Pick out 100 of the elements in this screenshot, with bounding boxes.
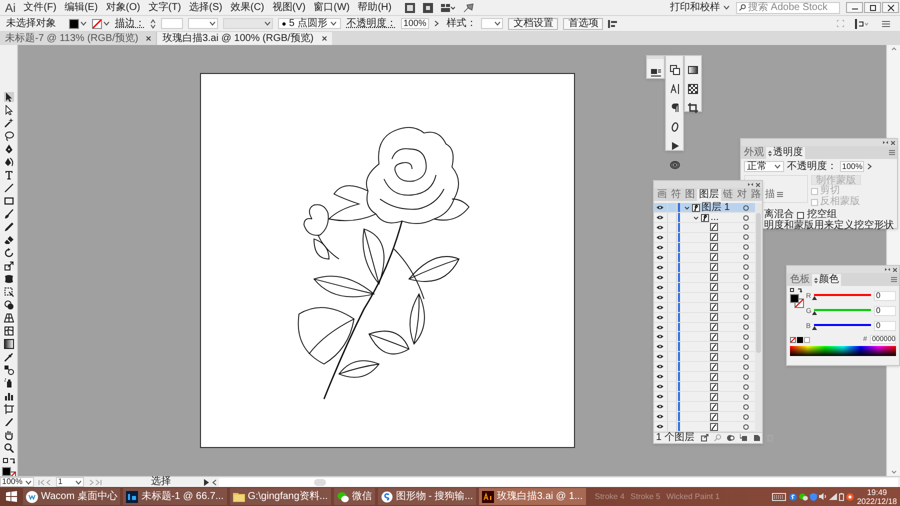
app-tray-icon[interactable] xyxy=(846,492,854,500)
target-circle-icon[interactable] xyxy=(743,244,749,250)
layer-row[interactable] xyxy=(654,422,755,432)
pilcrow-icon[interactable] xyxy=(670,103,680,113)
color-spectrum[interactable] xyxy=(790,346,896,356)
artboard-icon[interactable] xyxy=(4,404,14,414)
color-slider[interactable] xyxy=(814,322,871,330)
layer-row[interactable] xyxy=(654,242,755,253)
menu-item[interactable]: 视图(V) xyxy=(269,2,309,12)
panel-menu-icon[interactable] xyxy=(891,277,897,282)
stroke-weight-field[interactable] xyxy=(161,18,183,29)
close-button[interactable] xyxy=(882,2,899,13)
swap-fill-stroke-icon[interactable] xyxy=(790,288,804,293)
windows-logo-icon[interactable] xyxy=(6,491,17,502)
layer-row[interactable] xyxy=(654,272,755,283)
channel-value-field[interactable]: 0 xyxy=(874,321,896,331)
collapse-icon[interactable] xyxy=(885,268,890,271)
crop-frame-icon[interactable] xyxy=(688,103,698,113)
close-icon[interactable] xyxy=(891,140,895,144)
layer-row[interactable] xyxy=(654,322,755,332)
menu-item[interactable]: 编辑(E) xyxy=(61,2,101,12)
eye-icon[interactable] xyxy=(656,274,664,280)
panel-menu-icon[interactable] xyxy=(882,20,890,26)
panel-tab[interactable]: 链 xyxy=(721,189,735,201)
target-circle-icon[interactable] xyxy=(743,394,749,400)
target-circle-icon[interactable] xyxy=(743,224,749,230)
close-icon[interactable] xyxy=(146,36,152,41)
wand-icon[interactable] xyxy=(4,118,14,128)
slider-thumb-icon[interactable] xyxy=(812,296,817,300)
eye-icon[interactable] xyxy=(656,254,664,260)
target-circle-icon[interactable] xyxy=(743,324,749,330)
stroke-color-control[interactable] xyxy=(92,18,110,28)
warp-icon[interactable] xyxy=(4,274,14,284)
document-tab[interactable]: 玫瑰白描3.ai @ 100% (RGB/预览) xyxy=(157,32,332,45)
eye-icon[interactable] xyxy=(656,224,664,230)
target-circle-icon[interactable] xyxy=(743,344,749,350)
target-circle-icon[interactable] xyxy=(743,284,749,290)
menu-item[interactable]: 选择(S) xyxy=(186,2,226,12)
eye-icon[interactable] xyxy=(656,374,664,380)
eye-icon[interactable] xyxy=(656,205,664,210)
target-circle-icon[interactable] xyxy=(743,314,749,320)
panel-tab[interactable]: 图层 xyxy=(697,189,721,201)
stroke-weight-dropdown[interactable] xyxy=(188,18,218,29)
play-icon[interactable] xyxy=(204,478,209,486)
hollow-arrow-icon[interactable] xyxy=(4,105,14,115)
target-circle-icon[interactable] xyxy=(743,424,749,430)
channel-value-field[interactable]: 0 xyxy=(874,291,896,301)
hand-icon[interactable] xyxy=(4,430,14,440)
layer-row[interactable] xyxy=(654,332,755,342)
target-circle-icon[interactable] xyxy=(743,334,749,340)
panel-tab[interactable]: 符 xyxy=(669,189,683,201)
none-color-icon[interactable] xyxy=(790,336,796,342)
scroll-thumb[interactable] xyxy=(756,213,761,353)
eye-icon[interactable] xyxy=(656,394,664,400)
brush-dropdown[interactable]: 5 点圆形 xyxy=(278,18,342,29)
taskbar-button[interactable]: G:\gingfang资料... xyxy=(230,488,331,505)
zoom-dropdown[interactable]: 100% xyxy=(0,477,34,487)
stepper-icon[interactable] xyxy=(150,18,156,28)
target-circle-icon[interactable] xyxy=(743,204,749,210)
panel-tab[interactable]: 外观 xyxy=(742,147,766,159)
layers-scrollbar[interactable] xyxy=(755,203,762,432)
perspective-grid-icon[interactable] xyxy=(4,313,14,323)
type-icon[interactable] xyxy=(4,170,14,180)
collapse-icon[interactable] xyxy=(883,141,888,144)
menu-item[interactable]: 文件(F) xyxy=(20,2,60,12)
close-icon[interactable] xyxy=(756,182,760,186)
shape-builder-icon[interactable] xyxy=(4,300,14,310)
eye-icon[interactable] xyxy=(656,414,664,420)
layer-row[interactable] xyxy=(654,312,755,323)
toolbar-button[interactable]: 文档设置 xyxy=(508,18,558,30)
workspace-switcher[interactable]: 打印和校样 xyxy=(670,2,730,12)
export-icon[interactable] xyxy=(701,434,710,442)
horizontal-scrollbar[interactable] xyxy=(219,478,898,486)
eye-icon[interactable] xyxy=(656,424,664,430)
toolbar-button[interactable]: 首选项 xyxy=(563,18,604,30)
taskbar-button[interactable]: 图形物 - 搜狗输... xyxy=(378,488,476,505)
layer-row[interactable] xyxy=(654,402,755,412)
sogou-icon[interactable] xyxy=(788,492,797,500)
eye-icon[interactable] xyxy=(656,314,664,320)
slider-thumb-icon[interactable] xyxy=(812,326,817,330)
panel-tab[interactable]: 画 xyxy=(655,189,669,201)
italic-o-icon[interactable] xyxy=(670,122,680,132)
eyedropper-icon[interactable] xyxy=(4,352,14,362)
scale-icon[interactable] xyxy=(4,261,14,271)
new-sublayer-icon[interactable] xyxy=(740,434,748,442)
pencil-icon[interactable] xyxy=(4,222,14,232)
panel-tab[interactable]: 透明度 xyxy=(766,147,805,159)
target-circle-icon[interactable] xyxy=(743,254,749,260)
menu-item[interactable]: 对象(O) xyxy=(102,2,144,12)
scroll-thumb[interactable] xyxy=(314,478,326,486)
fill-stroke-swatches-icon[interactable] xyxy=(790,294,804,308)
network-icon[interactable] xyxy=(828,493,837,500)
panel-tab[interactable]: 描 xyxy=(763,189,777,201)
target-circle-icon[interactable] xyxy=(743,404,749,410)
layer-row[interactable] xyxy=(654,372,755,382)
layer-row[interactable] xyxy=(654,392,755,402)
layer-row[interactable]: 图层 1 xyxy=(654,203,755,213)
menu-item[interactable]: 窗口(W) xyxy=(310,2,353,12)
eye-icon[interactable] xyxy=(656,244,664,250)
eye-icon[interactable] xyxy=(656,304,664,310)
